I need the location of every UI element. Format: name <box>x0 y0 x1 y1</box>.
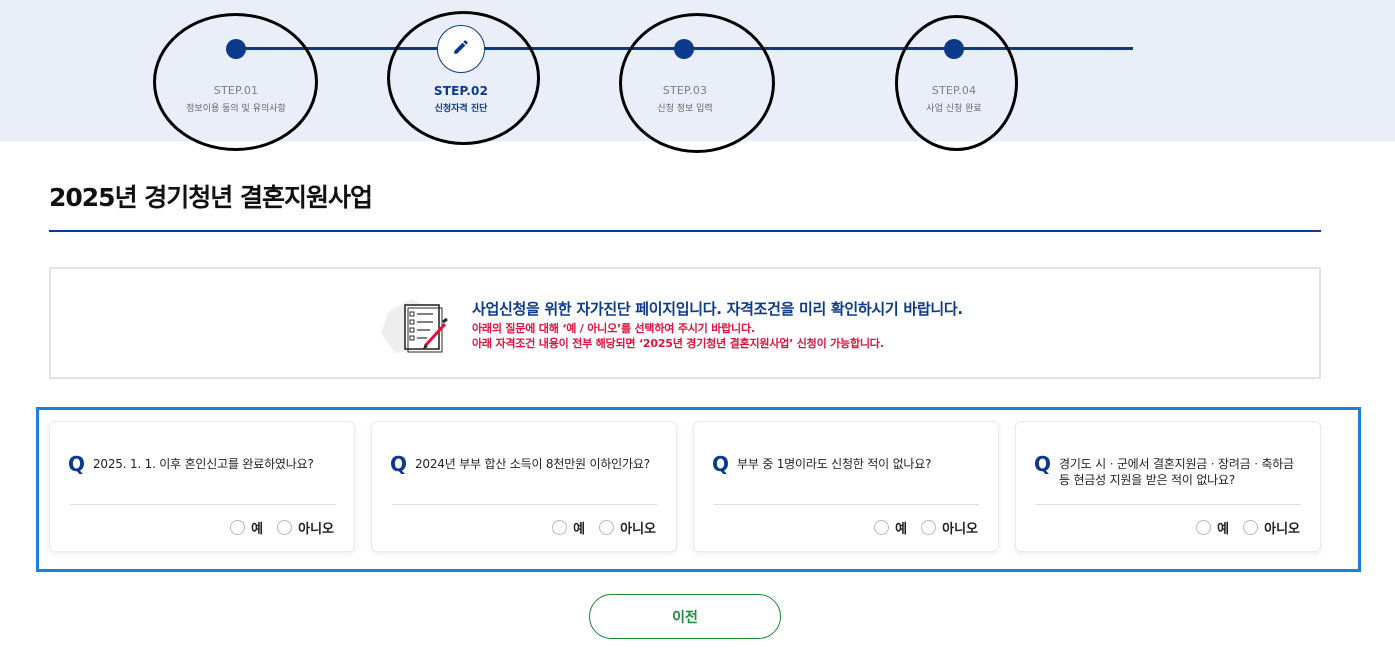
radio-button-yes[interactable] <box>1196 520 1212 535</box>
checklist-document-icon <box>381 291 461 361</box>
answer-options: 예 아니오 <box>860 518 978 537</box>
answer-yes-label: 예 <box>1217 522 1230 537</box>
step-2-highlight-ring <box>387 11 540 145</box>
radio-button-yes[interactable] <box>230 520 246 535</box>
radio-button-no[interactable] <box>277 520 293 535</box>
question-mark-label: Q <box>68 452 86 476</box>
question-text: 2024년 부부 합산 소득이 8천만원 이하인가요? <box>415 457 650 471</box>
question-card-2: Q 2024년 부부 합산 소득이 8천만원 이하인가요? 예 아니오 <box>371 421 677 552</box>
radio-button-no[interactable] <box>1243 520 1259 535</box>
question-text: 2025. 1. 1. 이후 혼인신고를 완료하였나요? <box>93 457 314 471</box>
stepper-band: STEP.01 정보이용 동의 및 유의사항 STEP.02 신청자격 진단 S… <box>0 0 1395 153</box>
answer-options: 예 아니오 <box>538 518 656 537</box>
question-mark-label: Q <box>390 452 408 476</box>
radio-button-no[interactable] <box>921 520 937 535</box>
answer-no-label: 아니오 <box>298 522 334 537</box>
radio-button-yes[interactable] <box>552 520 568 535</box>
answer-options: 예 아니오 <box>1182 518 1300 537</box>
page-title: 2025년 경기청년 결혼지원사업 <box>49 183 373 212</box>
answer-no-label: 아니오 <box>620 522 656 537</box>
question-card-1: Q 2025. 1. 1. 이후 혼인신고를 완료하였나요? 예 아니오 <box>49 421 355 552</box>
answer-no-option[interactable]: 아니오 <box>277 518 334 537</box>
question-card-4: Q 경기도 시ㆍ군에서 결혼지원금ㆍ장려금ㆍ축하금 등 현금성 지원을 받은 적… <box>1015 421 1321 552</box>
question-text: 경기도 시ㆍ군에서 결혼지원금ㆍ장려금ㆍ축하금 등 현금성 지원을 받은 적이 … <box>1059 457 1294 487</box>
question-divider <box>1036 504 1301 505</box>
question-card-3: Q 부부 중 1명이라도 신청한 적이 없나요? 예 아니오 <box>693 421 999 552</box>
title-divider <box>49 230 1321 232</box>
answer-yes-option[interactable]: 예 <box>1196 518 1229 537</box>
answer-no-option[interactable]: 아니오 <box>599 518 656 537</box>
notice-instruction-1: 아래의 질문에 대해 ‘예 / 아니오’를 선택하여 주시기 바랍니다. <box>472 322 755 335</box>
answer-yes-label: 예 <box>251 522 264 537</box>
answer-yes-option[interactable]: 예 <box>874 518 907 537</box>
answer-no-option[interactable]: 아니오 <box>921 518 978 537</box>
notice-heading: 사업신청을 위한 자가진단 페이지입니다. 자격조건을 미리 확인하시기 바랍니… <box>472 300 963 318</box>
question-text: 부부 중 1명이라도 신청한 적이 없나요? <box>737 457 932 471</box>
question-divider <box>70 504 335 505</box>
question-divider <box>714 504 979 505</box>
question-mark-label: Q <box>712 452 730 476</box>
answer-yes-option[interactable]: 예 <box>230 518 263 537</box>
answer-no-label: 아니오 <box>942 522 978 537</box>
step-3-highlight-ring <box>619 13 775 153</box>
notice-box: 사업신청을 위한 자가진단 페이지입니다. 자격조건을 미리 확인하시기 바랍니… <box>49 267 1321 379</box>
notice-instruction-2: 아래 자격조건 내용이 전부 해당되면 ‘2025년 경기청년 결혼지원사업’ … <box>472 337 884 350</box>
answer-no-label: 아니오 <box>1264 522 1300 537</box>
answer-yes-label: 예 <box>895 522 908 537</box>
step-4-highlight-ring <box>895 15 1018 151</box>
question-divider <box>392 504 657 505</box>
radio-button-yes[interactable] <box>874 520 890 535</box>
radio-button-no[interactable] <box>599 520 615 535</box>
answer-yes-option[interactable]: 예 <box>552 518 585 537</box>
step-1-highlight-ring <box>153 13 318 151</box>
prev-button[interactable]: 이전 <box>589 594 781 639</box>
answer-options: 예 아니오 <box>216 518 334 537</box>
answer-yes-label: 예 <box>573 522 586 537</box>
answer-no-option[interactable]: 아니오 <box>1243 518 1300 537</box>
question-mark-label: Q <box>1034 452 1052 476</box>
